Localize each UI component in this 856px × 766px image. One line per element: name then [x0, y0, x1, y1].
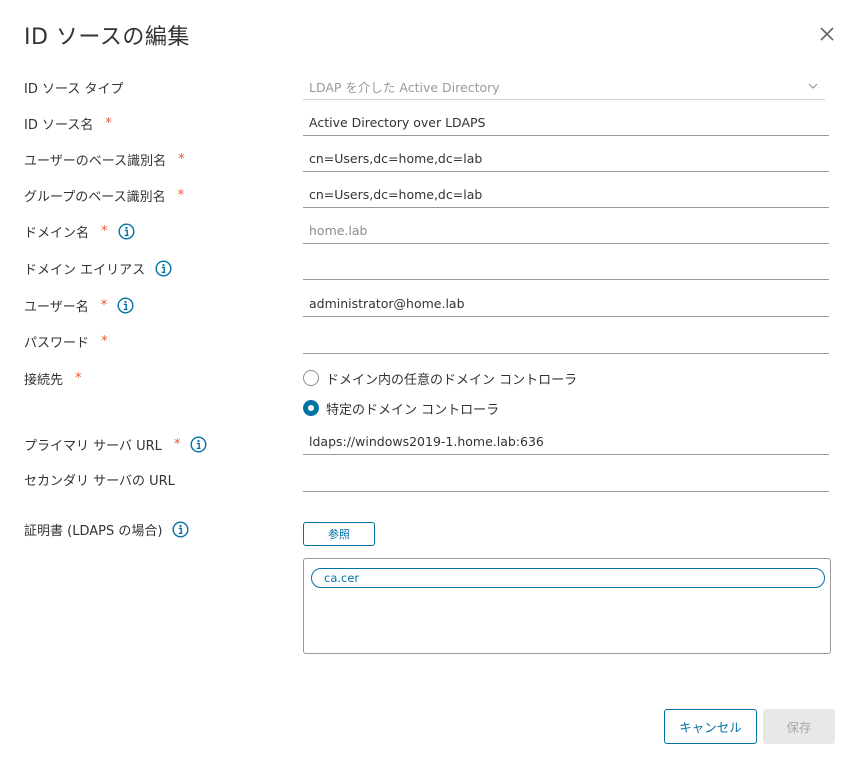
group-base-dn-label-text: グループのベース識別名	[24, 189, 166, 205]
info-icon[interactable]	[155, 259, 172, 277]
source-name-label-text: ID ソース名	[24, 117, 94, 133]
password-input[interactable]	[303, 327, 829, 354]
domain-name-label: ドメイン名 *	[24, 221, 135, 241]
user-base-dn-value: cn=Users,dc=home,dc=lab	[309, 150, 483, 166]
close-icon	[820, 27, 834, 41]
group-base-dn-value: cn=Users,dc=home,dc=lab	[309, 186, 483, 202]
primary-url-input[interactable]: ldaps://windows2019-1.home.lab:636	[303, 428, 829, 455]
source-type-label: ID ソース タイプ	[24, 77, 123, 97]
info-icon[interactable]	[190, 435, 207, 453]
group-base-dn-label: グループのベース識別名 *	[24, 185, 184, 205]
required-mark: *	[105, 115, 112, 131]
browse-button[interactable]: 参照	[303, 522, 375, 546]
primary-url-value: ldaps://windows2019-1.home.lab:636	[309, 433, 544, 449]
group-base-dn-input[interactable]: cn=Users,dc=home,dc=lab	[303, 181, 829, 208]
info-icon[interactable]	[117, 296, 134, 314]
primary-url-label-text: プライマリ サーバ URL	[24, 438, 162, 454]
password-label: パスワード *	[24, 331, 108, 351]
certificate-file-chip[interactable]: ca.cer	[311, 568, 825, 588]
required-mark: *	[101, 333, 108, 349]
radio-specific-domain-controller-label: 特定のドメイン コントローラ	[326, 402, 500, 418]
certificate-label: 証明書 (LDAPS の場合)	[24, 519, 189, 539]
certificate-label-text: 証明書 (LDAPS の場合)	[24, 523, 163, 539]
username-value: administrator@home.lab	[309, 295, 465, 311]
required-mark: *	[173, 436, 181, 452]
user-base-dn-input[interactable]: cn=Users,dc=home,dc=lab	[303, 145, 829, 172]
required-mark: *	[178, 151, 185, 167]
save-button[interactable]: 保存	[763, 709, 835, 744]
domain-alias-label: ドメイン エイリアス	[24, 258, 172, 278]
radio-circle	[303, 370, 319, 386]
secondary-url-label-text: セカンダリ サーバの URL	[24, 473, 175, 489]
domain-name-input[interactable]: home.lab	[303, 217, 829, 244]
source-name-value: Active Directory over LDAPS	[309, 114, 486, 130]
connect-to-label: 接続先 *	[24, 368, 82, 388]
required-mark: *	[100, 297, 108, 313]
source-type-value: LDAP を介した Active Directory	[309, 79, 500, 95]
required-mark: *	[75, 370, 82, 386]
source-type-select[interactable]: LDAP を介した Active Directory	[303, 73, 825, 100]
radio-any-domain-controller[interactable]: ドメイン内の任意のドメイン コントローラ	[303, 368, 577, 388]
dialog-title: ID ソースの編集	[24, 25, 190, 50]
user-base-dn-label-text: ユーザーのベース識別名	[24, 153, 167, 169]
domain-alias-label-text: ドメイン エイリアス	[24, 262, 146, 278]
info-icon[interactable]	[118, 222, 135, 240]
required-mark: *	[101, 223, 108, 239]
chevron-down-icon	[808, 83, 818, 89]
user-base-dn-label: ユーザーのベース識別名 *	[24, 149, 185, 169]
secondary-url-label: セカンダリ サーバの URL	[24, 469, 175, 489]
certificate-file-list: ca.cer	[303, 558, 831, 654]
domain-name-placeholder: home.lab	[309, 222, 368, 238]
username-label-text: ユーザー名	[24, 299, 89, 315]
domain-alias-input[interactable]	[303, 253, 829, 280]
source-name-label: ID ソース名 *	[24, 113, 112, 133]
source-name-input[interactable]: Active Directory over LDAPS	[303, 109, 829, 136]
password-label-text: パスワード	[24, 335, 90, 351]
required-mark: *	[177, 187, 185, 203]
radio-specific-domain-controller[interactable]: 特定のドメイン コントローラ	[303, 398, 499, 418]
username-input[interactable]: administrator@home.lab	[303, 290, 829, 317]
primary-url-label: プライマリ サーバ URL *	[24, 434, 207, 454]
username-label: ユーザー名 *	[24, 295, 134, 315]
close-button[interactable]	[817, 24, 837, 44]
info-icon[interactable]	[172, 520, 189, 538]
secondary-url-input[interactable]	[303, 465, 829, 492]
radio-circle-selected	[303, 400, 319, 416]
cancel-button[interactable]: キャンセル	[664, 709, 757, 744]
source-type-label-text: ID ソース タイプ	[24, 81, 124, 97]
radio-any-domain-controller-label: ドメイン内の任意のドメイン コントローラ	[326, 372, 578, 388]
connect-to-label-text: 接続先	[24, 372, 64, 388]
domain-name-label-text: ドメイン名	[24, 225, 90, 241]
